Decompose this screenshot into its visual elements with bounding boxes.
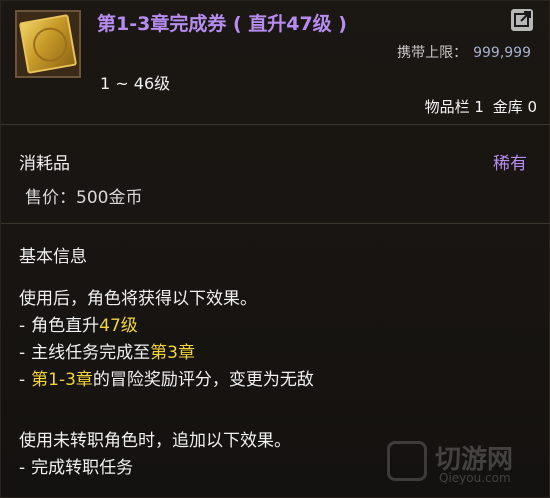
share-icon[interactable]	[511, 9, 533, 31]
level-range: 1 ~ 46级	[100, 74, 171, 93]
carry-limit-value: 999,999	[473, 45, 531, 61]
sell-price: 售价：500金币	[25, 183, 142, 208]
inventory-label: 物品栏 1	[424, 98, 484, 116]
effect-intro: 使用后，角色将获得以下效果。	[19, 289, 257, 309]
item-title: 第1-3章完成券 ( 直升47级 )	[97, 13, 347, 35]
basic-info-title: 基本信息	[19, 247, 87, 267]
effect-line-rating: - 第1-3章的冒险奖励评分，变更为无敌	[19, 370, 314, 390]
item-category: 消耗品	[19, 154, 70, 174]
price-label: 售价：	[25, 188, 76, 208]
rarity-badge: 稀有	[493, 154, 527, 174]
effect-line-quest: - 主线任务完成至第3章	[19, 343, 195, 363]
price-value: 500金币	[76, 188, 143, 208]
section-divider	[1, 223, 550, 224]
header-divider	[1, 124, 550, 125]
unadvanced-intro: 使用未转职角色时，追加以下效果。	[19, 431, 291, 451]
warehouse-label: 金库 0	[492, 98, 537, 116]
carry-limit: 携带上限： 999,999	[397, 42, 531, 62]
effect-line-job: - 完成转职任务	[19, 458, 134, 478]
site-watermark: 切游网 Qieyou.com	[387, 439, 537, 489]
ticket-icon	[15, 10, 81, 78]
item-tooltip: 第1-3章完成券 ( 直升47级 ) 携带上限： 999,999 1 ~ 46级 …	[0, 0, 550, 498]
tooltip-header: 第1-3章完成券 ( 直升47级 ) 携带上限： 999,999 1 ~ 46级 …	[1, 1, 550, 124]
effect-line-level: - 角色直升47级	[19, 316, 138, 336]
carry-limit-label: 携带上限：	[397, 45, 468, 61]
watermark-logo-icon	[387, 441, 427, 481]
inventory-count: 物品栏 1 金库 0	[421, 96, 537, 117]
